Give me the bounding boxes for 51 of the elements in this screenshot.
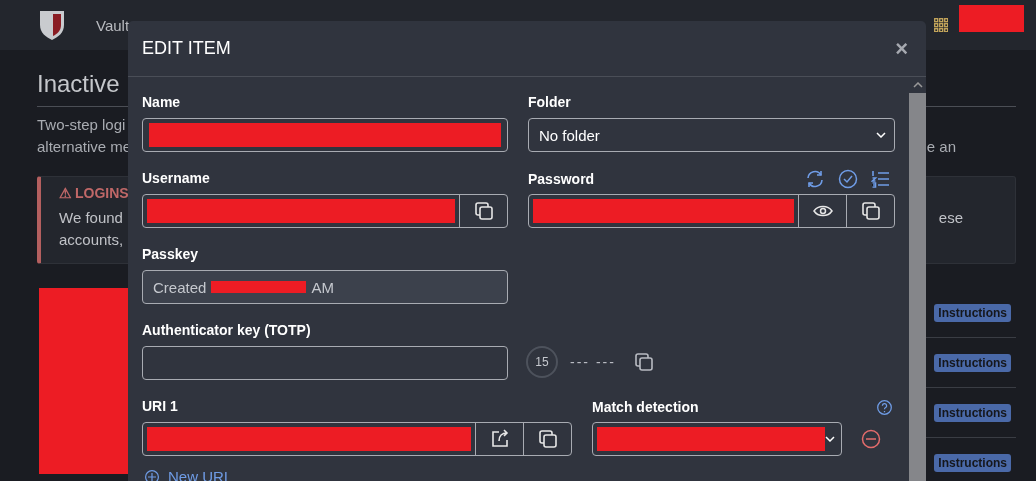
- alert-text: We found: [59, 208, 123, 228]
- scroll-up-icon[interactable]: [912, 82, 923, 88]
- copy-icon: [860, 201, 881, 221]
- chevron-down-icon: [825, 436, 835, 442]
- field-label: Authenticator key (TOTP): [142, 322, 312, 340]
- scrollbar[interactable]: [909, 77, 926, 481]
- shield-logo-icon: [38, 9, 66, 41]
- copy-icon: [537, 429, 558, 449]
- help-icon[interactable]: [876, 398, 893, 416]
- instructions-badge[interactable]: Instructions: [934, 453, 1011, 472]
- refresh-icon[interactable]: [805, 169, 825, 189]
- username-input[interactable]: [142, 194, 508, 228]
- countdown-timer: 15: [526, 346, 558, 378]
- copy-icon: [473, 201, 494, 221]
- numbered-list-icon[interactable]: [871, 169, 891, 189]
- app-grid-icon[interactable]: [934, 18, 948, 32]
- add-circle-icon: [144, 468, 160, 481]
- alert-text: accounts,: [59, 230, 124, 250]
- match-detection-select[interactable]: [592, 422, 842, 456]
- alert-title: LOGINS: [75, 185, 129, 201]
- password-input[interactable]: [528, 194, 895, 228]
- chevron-down-icon: [876, 132, 886, 138]
- instructions-badge[interactable]: Instructions: [934, 353, 1011, 372]
- field-label: Folder: [528, 94, 572, 112]
- instructions-badge[interactable]: Instructions: [934, 303, 1011, 322]
- intro-text: Two-step logi: [37, 115, 126, 135]
- external-link-icon: [489, 429, 510, 449]
- passkey-text: Created: [153, 278, 207, 296]
- remove-icon[interactable]: [861, 429, 881, 449]
- copy-icon[interactable]: [633, 352, 654, 372]
- close-button[interactable]: ×: [891, 35, 912, 62]
- check-circle-icon[interactable]: [838, 169, 858, 189]
- totp-input[interactable]: [142, 346, 508, 380]
- field-label: URI 1: [142, 398, 179, 416]
- folder-select[interactable]: No folder: [528, 118, 895, 152]
- totp-code: --- ---: [570, 354, 616, 370]
- field-label: Match detection: [592, 399, 699, 415]
- instructions-badge[interactable]: Instructions: [934, 403, 1011, 422]
- nav-link[interactable]: Vault: [96, 16, 130, 34]
- intro-text: e an: [926, 137, 956, 157]
- name-input[interactable]: [142, 118, 508, 152]
- field-label: Password: [528, 171, 595, 187]
- uri-input[interactable]: [142, 422, 572, 456]
- dialog-title: EDIT ITEM: [142, 38, 231, 59]
- field-label: Passkey: [142, 246, 200, 264]
- warning-icon: ⚠: [59, 185, 72, 201]
- field-label: Name: [142, 94, 182, 112]
- passkey-text: AM: [311, 278, 334, 296]
- page-title: Inactive: [37, 70, 120, 99]
- field-label: Username: [142, 170, 211, 188]
- alert-text: ese: [938, 208, 963, 228]
